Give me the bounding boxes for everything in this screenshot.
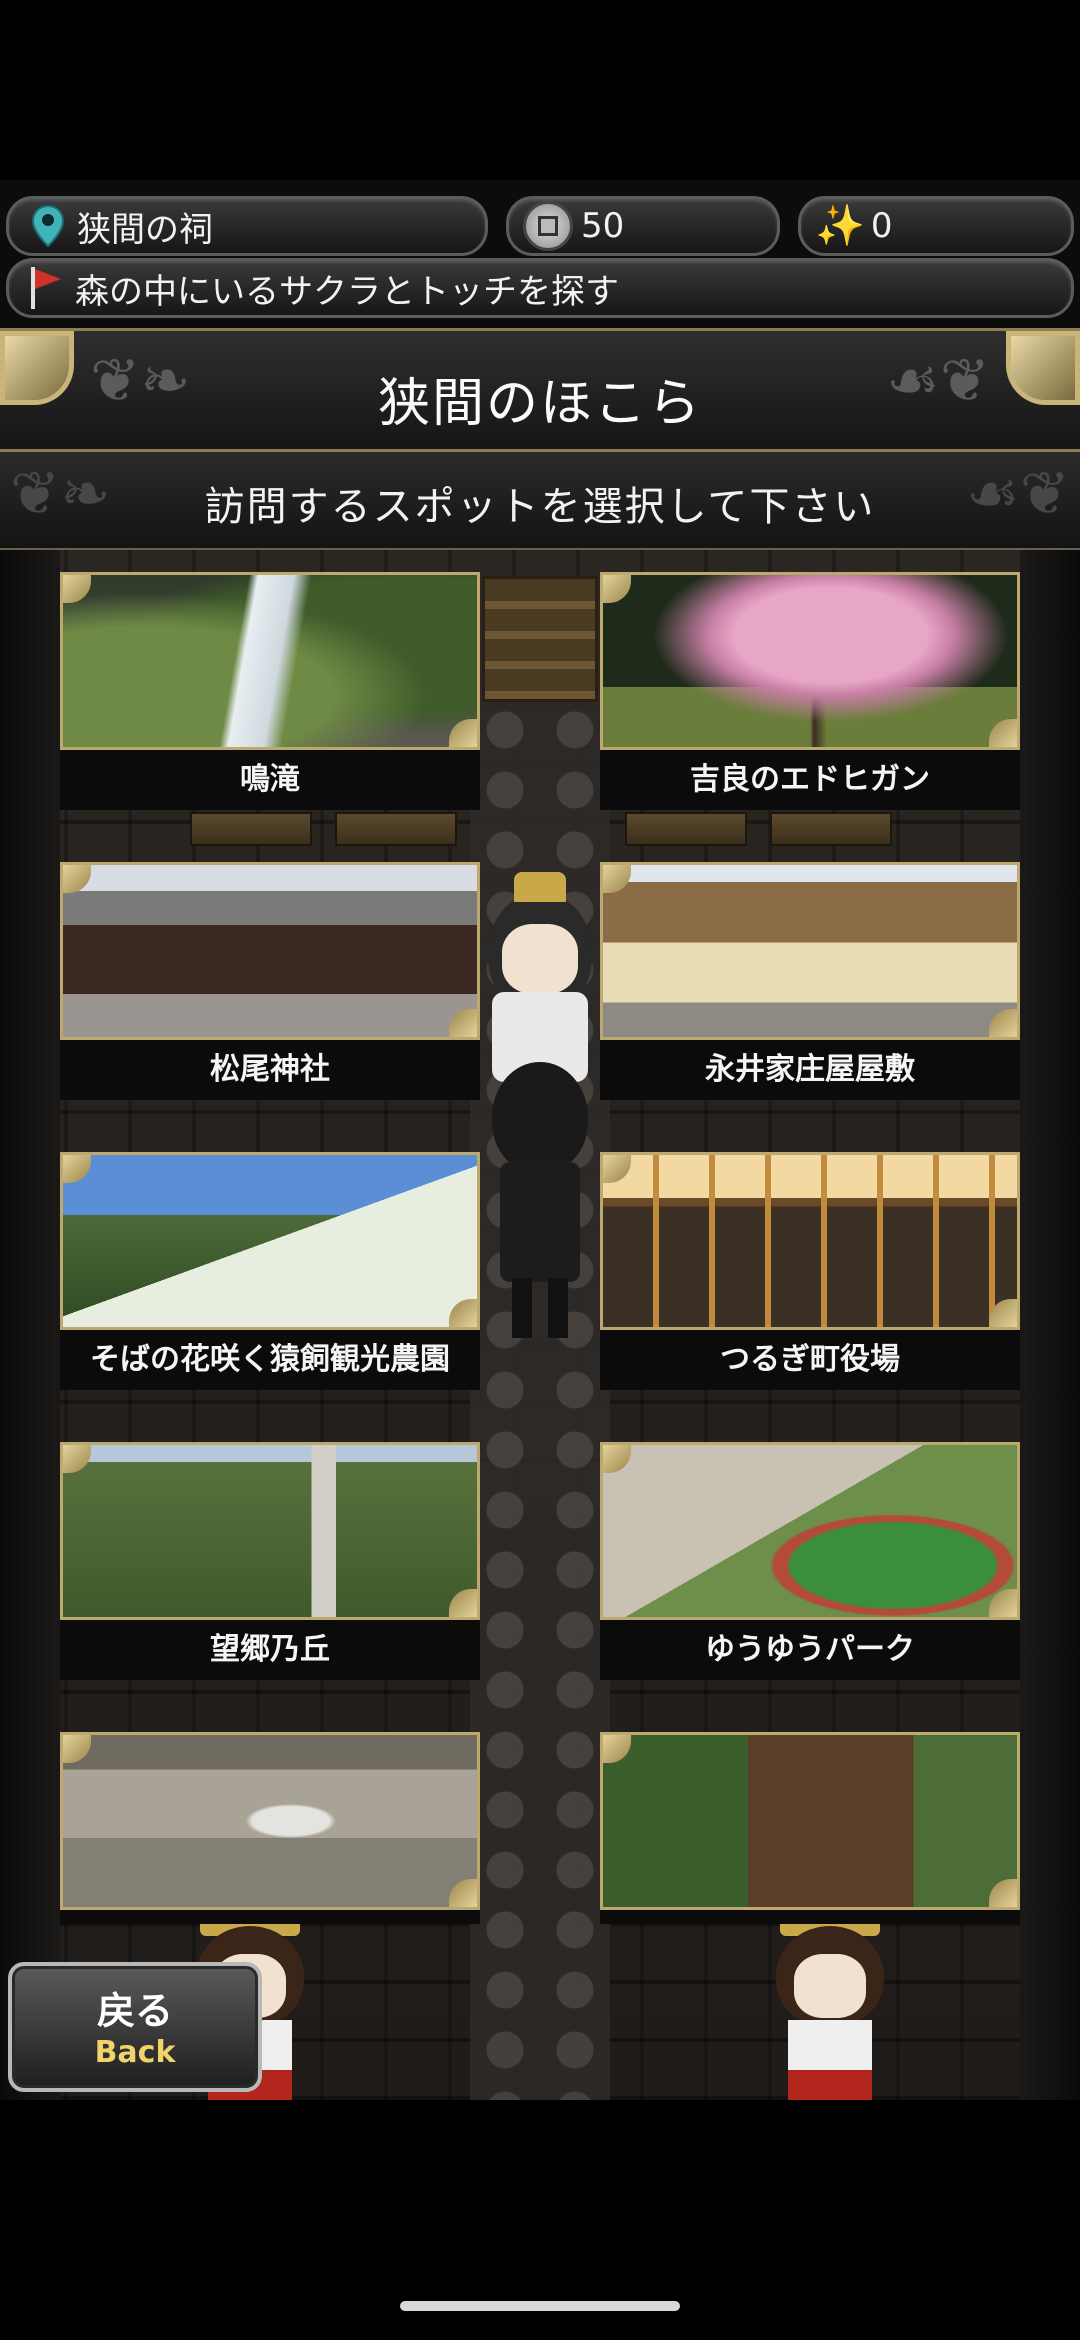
- subtitle-banner: ❦❧ ☙❦ 訪問するスポットを選択して下さい: [0, 452, 1080, 550]
- star-count: 0: [870, 206, 893, 246]
- spot-photo: [60, 1732, 480, 1910]
- spot-card-tsurugi-town-office[interactable]: つるぎ町役場: [600, 1152, 1020, 1390]
- coin-icon: [523, 201, 573, 251]
- spot-card-yuyu-park[interactable]: ゆうゆうパーク: [600, 1442, 1020, 1680]
- shelf: [190, 812, 312, 846]
- mission-label: 森の中にいるサクラとトッチを探す: [75, 271, 619, 312]
- coin-counter: 50: [506, 196, 780, 256]
- spot-label: ゆうゆうパーク: [600, 1620, 1020, 1680]
- spot-label: [60, 1910, 480, 1924]
- star-counter: ✨ 0: [798, 196, 1074, 256]
- player-character: [478, 872, 602, 1352]
- back-label-en: Back: [94, 2035, 176, 2070]
- spot-card-narutaki[interactable]: 鳴滝: [60, 572, 480, 810]
- location-label: 狭間の祠: [77, 209, 213, 250]
- spot-photo: [600, 1732, 1020, 1910]
- flag-icon: [27, 265, 63, 311]
- spot-label: 望郷乃丘: [60, 1620, 480, 1680]
- spot-card-bokyo-no-oka[interactable]: 望郷乃丘: [60, 1442, 480, 1680]
- title-banner: ❦❧ ☙❦ 狭間のほこら: [0, 328, 1080, 452]
- spot-photo: [60, 1152, 480, 1330]
- shelf: [770, 812, 892, 846]
- home-indicator[interactable]: [400, 2301, 680, 2311]
- spot-label: [600, 1910, 1020, 1924]
- spot-label: そばの花咲く猿飼観光農園: [60, 1330, 480, 1390]
- spot-photo: [600, 1442, 1020, 1620]
- location-pill: 狭間の祠: [6, 196, 488, 256]
- spot-photo: [60, 862, 480, 1040]
- coin-count: 50: [581, 206, 625, 246]
- spot-card-temple-gate[interactable]: [600, 1732, 1020, 1924]
- shelf: [625, 812, 747, 846]
- crate: [482, 576, 598, 702]
- spot-card-kira-edohigan[interactable]: 吉良のエドヒガン: [600, 572, 1020, 810]
- spot-label: 松尾神社: [60, 1040, 480, 1100]
- spot-photo: [600, 572, 1020, 750]
- wall-right: [1020, 550, 1080, 2100]
- spot-photo: [600, 1152, 1020, 1330]
- mission-pill: 森の中にいるサクラとトッチを探す: [6, 258, 1074, 318]
- shelf: [335, 812, 457, 846]
- sparkle-icon: ✨: [815, 203, 865, 249]
- npc-miko: [770, 1910, 890, 2100]
- back-label-jp: 戻る: [96, 1989, 173, 2033]
- instruction-text: 訪問するスポットを選択して下さい: [204, 484, 876, 530]
- spot-photo: [60, 572, 480, 750]
- spot-label: 永井家庄屋屋敷: [600, 1040, 1020, 1100]
- back-button[interactable]: 戻る Back: [8, 1962, 262, 2092]
- spot-label: 吉良のエドヒガン: [600, 750, 1020, 810]
- spot-label: つるぎ町役場: [600, 1330, 1020, 1390]
- spot-card-matsuo-shrine[interactable]: 松尾神社: [60, 862, 480, 1100]
- spot-card-town-aerial[interactable]: [60, 1732, 480, 1924]
- spot-card-sarukai-farm[interactable]: そばの花咲く猿飼観光農園: [60, 1152, 480, 1390]
- page-title: 狭間のほこら: [377, 374, 702, 434]
- map-pin-icon: [31, 204, 65, 248]
- spot-label: 鳴滝: [60, 750, 480, 810]
- wall-left: [0, 550, 60, 2100]
- spot-photo: [600, 862, 1020, 1040]
- spot-card-nagai-house[interactable]: 永井家庄屋屋敷: [600, 862, 1020, 1100]
- spot-photo: [60, 1442, 480, 1620]
